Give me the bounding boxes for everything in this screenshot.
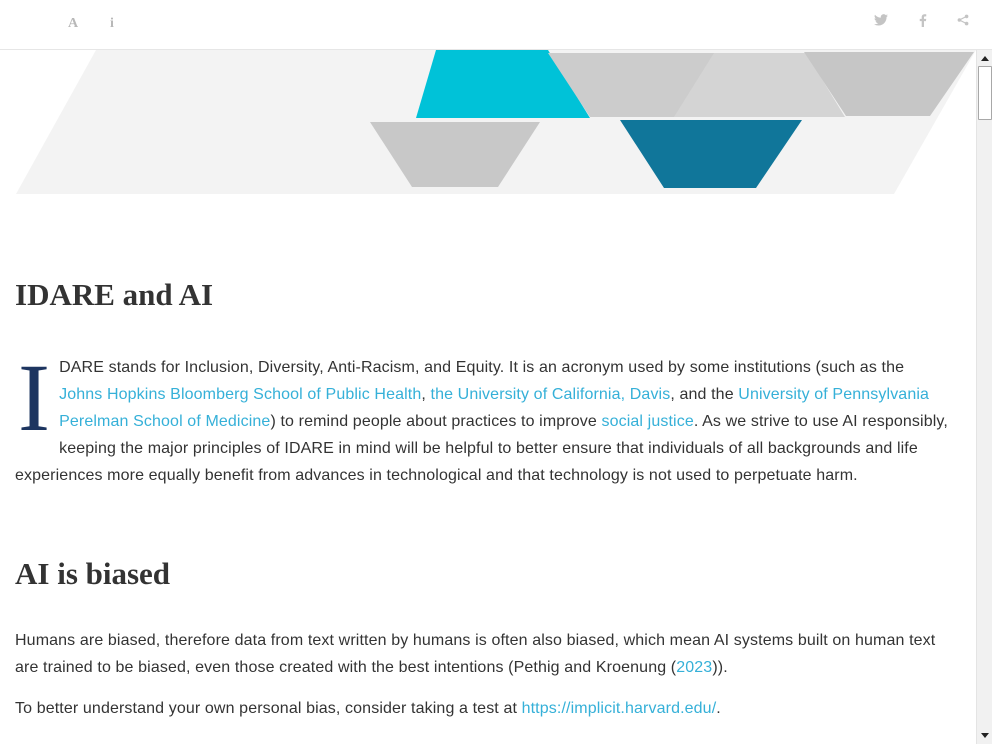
vertical-scrollbar[interactable] <box>976 50 992 744</box>
implicit-test-paragraph: To better understand your own personal b… <box>15 695 950 722</box>
section-heading-ai-biased: AI is biased <box>15 556 171 591</box>
idare-paragraph: I DARE stands for Inclusion, Diversity, A… <box>15 344 950 489</box>
section-heading-idare: IDARE and AI <box>15 277 214 312</box>
paragraph-text: )). <box>712 659 728 676</box>
header-banner-image <box>16 50 976 194</box>
paragraph-text: DARE stands for Inclusion, Diversity, An… <box>59 359 905 376</box>
paragraph-text: , and the <box>670 386 739 403</box>
twitter-icon[interactable] <box>871 14 891 34</box>
link-implicit-harvard[interactable]: https://implicit.harvard.edu/ <box>522 700 717 717</box>
scroll-down-arrow-icon[interactable] <box>978 728 992 742</box>
citation-link-2023[interactable]: 2023 <box>676 659 712 676</box>
page-content: IDARE and AI I DARE stands for Inclusion,… <box>0 50 976 744</box>
top-toolbar: A i <box>0 0 992 50</box>
paragraph-text: ) to remind people about practices to im… <box>270 413 602 430</box>
scroll-up-arrow-icon[interactable] <box>978 52 992 66</box>
paragraph-text: . <box>716 700 721 717</box>
scrollbar-thumb[interactable] <box>978 66 992 120</box>
link-uc-davis[interactable]: the University of California, Davis <box>431 386 671 403</box>
bias-paragraph: Humans are biased, therefore data from t… <box>15 627 950 681</box>
link-social-justice[interactable]: social justice <box>601 413 693 430</box>
paragraph-text: Humans are biased, therefore data from t… <box>15 632 936 676</box>
facebook-icon[interactable] <box>913 14 933 34</box>
paragraph-text: To better understand your own personal b… <box>15 700 522 717</box>
drop-cap-letter: I <box>18 344 51 451</box>
link-johns-hopkins[interactable]: Johns Hopkins Bloomberg School of Public… <box>59 386 421 403</box>
paragraph-text: , <box>421 386 431 403</box>
info-icon[interactable]: i <box>102 14 122 34</box>
font-settings-icon[interactable]: A <box>63 14 83 34</box>
share-icon[interactable] <box>953 14 973 34</box>
